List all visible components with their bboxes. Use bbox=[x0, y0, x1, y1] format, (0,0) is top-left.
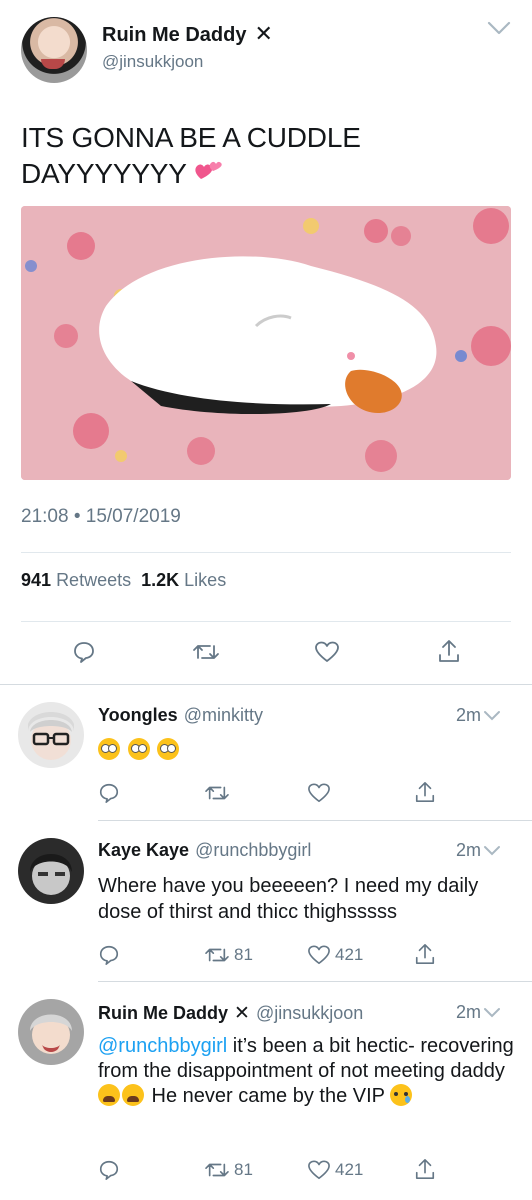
tweet-image[interactable] bbox=[21, 206, 511, 480]
reply-author[interactable]: Kaye Kaye @runchbbygirl bbox=[98, 840, 311, 861]
reply-text-part: He never came by the VIP bbox=[146, 1085, 391, 1107]
rolling-eyes-emoji-icon bbox=[157, 738, 180, 760]
reply-author[interactable]: Yoongles @minkitty bbox=[98, 705, 263, 726]
share-icon bbox=[415, 944, 435, 964]
reply-text: @runchbbygirl it’s been a bit hectic- re… bbox=[98, 1034, 518, 1109]
like-count: 421 bbox=[335, 945, 364, 964]
retweets-label[interactable]: Retweets bbox=[56, 570, 131, 590]
avatar[interactable] bbox=[18, 999, 84, 1065]
crying-face-emoji-icon bbox=[390, 1084, 413, 1106]
share-icon bbox=[439, 640, 459, 662]
display-name: Yoongles bbox=[98, 705, 178, 725]
time-text: 2m bbox=[456, 705, 482, 725]
handle: @jinsukkjoon bbox=[255, 1003, 364, 1023]
avatar[interactable] bbox=[18, 838, 84, 904]
display-name: Kaye Kaye bbox=[98, 840, 190, 860]
reply-tweet[interactable]: Ruin Me Daddy ✕ @jinsukkjoon 2m @runchbbyg… bbox=[0, 982, 532, 1200]
retweet-icon bbox=[193, 645, 219, 659]
avatar[interactable] bbox=[21, 17, 87, 83]
reply-tweet[interactable]: Yoongles @minkitty 2m bbox=[0, 685, 532, 820]
chevron-down-icon[interactable] bbox=[483, 1006, 501, 1020]
chevron-down-icon[interactable] bbox=[483, 844, 501, 858]
reply-text bbox=[98, 737, 518, 763]
retweet-icon bbox=[205, 786, 229, 800]
rolling-eyes-emoji-icon bbox=[127, 738, 150, 760]
retweet-button[interactable]: 81 bbox=[204, 944, 253, 966]
avatar-image bbox=[18, 838, 84, 904]
avatar-image bbox=[18, 702, 84, 768]
retweet-button[interactable] bbox=[192, 640, 220, 664]
heart-icon bbox=[308, 783, 330, 803]
time-text: 2m bbox=[456, 840, 482, 860]
heart-icon bbox=[308, 945, 330, 965]
share-button[interactable] bbox=[414, 942, 436, 966]
display-name-text: Ruin Me Daddy bbox=[102, 24, 247, 46]
reply-icon bbox=[99, 945, 119, 965]
reply-button[interactable] bbox=[72, 640, 96, 664]
share-button[interactable] bbox=[414, 780, 436, 804]
avatar-image bbox=[18, 999, 84, 1065]
chevron-down-icon[interactable] bbox=[483, 709, 501, 723]
reply-time: 2m bbox=[456, 1002, 501, 1023]
reply-icon bbox=[74, 642, 94, 663]
retweet-icon bbox=[205, 1163, 229, 1177]
cuddle-pillow-image bbox=[21, 206, 511, 480]
tweet-text-content: ITS GONNA BE A CUDDLE DAYYYYYYY bbox=[21, 122, 361, 189]
retweet-button[interactable]: 81 bbox=[204, 1159, 253, 1181]
reply-icon bbox=[99, 1160, 119, 1180]
reply-tweet[interactable]: Kaye Kaye @runchbbygirl 2m Where have you… bbox=[0, 821, 532, 981]
mention-link[interactable]: @runchbbygirl bbox=[98, 1035, 227, 1057]
tweet-text: ITS GONNA BE A CUDDLE DAYYYYYYY bbox=[21, 120, 511, 192]
handle: @minkitty bbox=[183, 705, 263, 725]
rolling-eyes-emoji-icon bbox=[98, 738, 120, 760]
reply-icon bbox=[99, 783, 119, 803]
retweet-button[interactable] bbox=[204, 782, 230, 804]
display-name[interactable]: Ruin Me Daddy ✕ bbox=[102, 21, 273, 47]
share-button[interactable] bbox=[437, 638, 461, 664]
like-button[interactable] bbox=[307, 782, 331, 804]
retweet-icon bbox=[205, 948, 229, 962]
reply-time: 2m bbox=[456, 840, 501, 861]
tired-face-emoji-icon bbox=[122, 1084, 144, 1106]
x-mark-icon: ✕ bbox=[234, 1003, 250, 1024]
reply-button[interactable] bbox=[98, 944, 120, 966]
retweet-count: 81 bbox=[234, 1160, 253, 1179]
like-count: 421 bbox=[335, 1160, 364, 1179]
share-button[interactable] bbox=[414, 1157, 436, 1181]
two-hearts-emoji-icon bbox=[195, 161, 222, 179]
like-button[interactable] bbox=[314, 640, 340, 664]
reply-author[interactable]: Ruin Me Daddy ✕ @jinsukkjoon bbox=[98, 1002, 363, 1025]
avatar[interactable] bbox=[18, 702, 84, 768]
retweets-count[interactable]: 941 bbox=[21, 570, 51, 590]
reply-button[interactable] bbox=[98, 1159, 120, 1181]
engagement-stats: 941 Retweets 1.2K Likes bbox=[21, 570, 226, 591]
like-button[interactable]: 421 bbox=[307, 944, 363, 966]
reply-time: 2m bbox=[456, 705, 501, 726]
likes-count[interactable]: 1.2K bbox=[141, 570, 179, 590]
x-mark-icon: ✕ bbox=[254, 21, 273, 46]
retweet-count: 81 bbox=[234, 945, 253, 964]
share-icon bbox=[415, 782, 435, 802]
handle[interactable]: @jinsukkjoon bbox=[102, 52, 203, 72]
divider bbox=[21, 552, 511, 553]
heart-icon bbox=[315, 641, 339, 662]
handle: @runchbbygirl bbox=[195, 840, 312, 860]
main-tweet: Ruin Me Daddy ✕ @jinsukkjoon ITS GONNA BE… bbox=[0, 0, 532, 684]
chevron-down-icon[interactable] bbox=[486, 18, 512, 38]
like-button[interactable]: 421 bbox=[307, 1159, 363, 1181]
divider bbox=[21, 621, 511, 622]
reply-button[interactable] bbox=[98, 782, 120, 804]
likes-label[interactable]: Likes bbox=[184, 570, 226, 590]
share-icon bbox=[415, 1159, 435, 1179]
display-name: Ruin Me Daddy bbox=[98, 1003, 229, 1023]
heart-icon bbox=[308, 1160, 330, 1180]
reply-text: Where have you beeeeen? I need my daily … bbox=[98, 875, 479, 923]
time-text: 2m bbox=[456, 1002, 482, 1022]
timestamp: 21:08 • 15/07/2019 bbox=[21, 506, 181, 527]
tired-face-emoji-icon bbox=[98, 1084, 120, 1106]
